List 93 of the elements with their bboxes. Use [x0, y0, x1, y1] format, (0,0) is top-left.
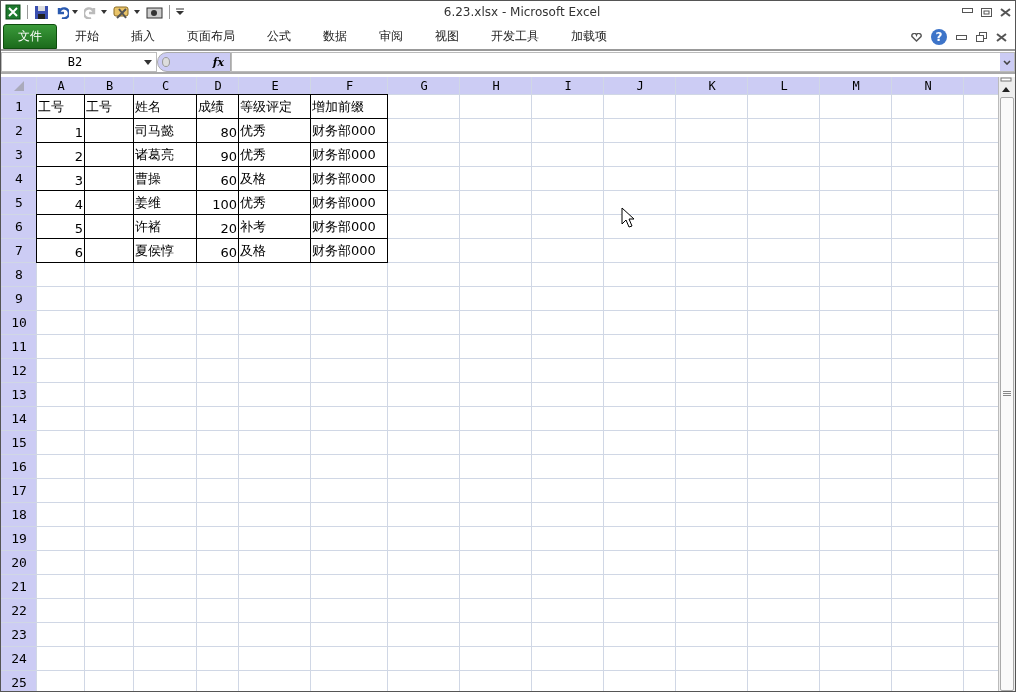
name-box[interactable]: B2: [1, 52, 157, 72]
undo-icon[interactable]: [55, 5, 69, 19]
split-handle-icon[interactable]: [999, 77, 1013, 83]
table-cell: 5: [36, 214, 85, 239]
row-header[interactable]: 23: [1, 623, 37, 647]
table-cell: 2: [36, 142, 85, 167]
window-title: 6.23.xlsx - Microsoft Excel: [442, 5, 602, 19]
help-button[interactable]: ?: [931, 29, 947, 45]
row-header[interactable]: 24: [1, 647, 37, 671]
file-tab[interactable]: 文件: [3, 24, 57, 49]
caret-icon[interactable]: [72, 10, 78, 14]
table-cell: 6: [36, 238, 85, 263]
row-header[interactable]: 3: [1, 143, 37, 167]
save-icon[interactable]: [34, 4, 49, 20]
column-header[interactable]: K: [676, 77, 748, 95]
ribbon-tab[interactable]: 公式: [251, 25, 307, 47]
ribbon-tab[interactable]: 开发工具: [475, 25, 555, 47]
table-cell: 财务部000: [310, 238, 388, 263]
column-header[interactable]: B: [85, 77, 134, 95]
scrollbar-thumb[interactable]: [1000, 97, 1014, 691]
ribbon-tab[interactable]: 加载项: [555, 25, 623, 47]
minimize-icon[interactable]: [962, 7, 973, 13]
table-cell: 增加前缀: [310, 94, 388, 119]
row-header[interactable]: 18: [1, 503, 37, 527]
table-cell: 财务部000: [310, 166, 388, 191]
column-header[interactable]: N: [892, 77, 964, 95]
row-header[interactable]: 13: [1, 383, 37, 407]
vertical-scrollbar[interactable]: [998, 77, 1015, 691]
row-header[interactable]: 19: [1, 527, 37, 551]
insert-function-button[interactable]: fx: [212, 55, 224, 69]
column-header[interactable]: A: [37, 77, 85, 95]
row-header[interactable]: 6: [1, 215, 37, 239]
ribbon-tab[interactable]: 数据: [307, 25, 363, 47]
minimize-icon[interactable]: [956, 34, 967, 40]
row-header[interactable]: 11: [1, 335, 37, 359]
column-header[interactable]: H: [460, 77, 532, 95]
tools-icon[interactable]: [113, 4, 131, 20]
mouse-pointer-icon: [621, 207, 634, 228]
row-header[interactable]: 16: [1, 455, 37, 479]
table-cell: 财务部000: [310, 118, 388, 143]
ribbon-tab[interactable]: 页面布局: [171, 25, 251, 47]
column-header[interactable]: M: [820, 77, 892, 95]
caret-icon[interactable]: [101, 10, 107, 14]
column-header[interactable]: L: [748, 77, 820, 95]
table-cell: 4: [36, 190, 85, 215]
close-icon[interactable]: [996, 32, 1007, 42]
row-header[interactable]: 10: [1, 311, 37, 335]
row-header[interactable]: 4: [1, 167, 37, 191]
table-cell: 财务部000: [310, 142, 388, 167]
table-cell: 夏侯惇: [133, 238, 197, 263]
formula-input[interactable]: [231, 52, 1015, 72]
column-header[interactable]: I: [532, 77, 604, 95]
maximize-icon[interactable]: [981, 7, 992, 17]
column-header[interactable]: C: [134, 77, 197, 95]
column-header[interactable]: G: [388, 77, 460, 95]
row-header[interactable]: 17: [1, 479, 37, 503]
chevron-down-icon[interactable]: [1003, 59, 1011, 65]
row-header[interactable]: 21: [1, 575, 37, 599]
ribbon-tab[interactable]: 视图: [419, 25, 475, 47]
table-cell: 3: [36, 166, 85, 191]
table-cell: 财务部000: [310, 190, 388, 215]
row-header[interactable]: 14: [1, 407, 37, 431]
grip-icon: [1003, 391, 1011, 397]
table-cell: 工号: [36, 94, 85, 119]
ribbon-tab[interactable]: 审阅: [363, 25, 419, 47]
row-header[interactable]: 7: [1, 239, 37, 263]
column-header[interactable]: J: [604, 77, 676, 95]
row-header[interactable]: 1: [1, 95, 37, 119]
heart-icon[interactable]: [911, 32, 922, 42]
row-header[interactable]: 2: [1, 119, 37, 143]
row-header[interactable]: 8: [1, 263, 37, 287]
camera-icon[interactable]: [146, 5, 163, 19]
restore-icon[interactable]: [976, 32, 987, 42]
spreadsheet-logo-icon[interactable]: [5, 4, 21, 20]
row-header[interactable]: 12: [1, 359, 37, 383]
ribbon-tab[interactable]: 插入: [115, 25, 171, 47]
row-header[interactable]: 22: [1, 599, 37, 623]
row-header[interactable]: 15: [1, 431, 37, 455]
ribbon-tab[interactable]: 开始: [59, 25, 115, 47]
expand-handle-icon[interactable]: [162, 57, 170, 67]
row-header[interactable]: 9: [1, 287, 37, 311]
row-header[interactable]: 20: [1, 551, 37, 575]
close-icon[interactable]: [1000, 7, 1011, 17]
column-header[interactable]: D: [197, 77, 239, 95]
table-cell: 1: [36, 118, 85, 143]
table-cell: 财务部000: [310, 214, 388, 239]
customize-caret-icon[interactable]: [176, 8, 184, 16]
column-header[interactable]: E: [239, 77, 311, 95]
caret-icon[interactable]: [134, 10, 140, 14]
caret-icon[interactable]: [144, 59, 152, 65]
row-header[interactable]: 5: [1, 191, 37, 215]
row-header[interactable]: 25: [1, 671, 37, 691]
column-header[interactable]: F: [311, 77, 388, 95]
